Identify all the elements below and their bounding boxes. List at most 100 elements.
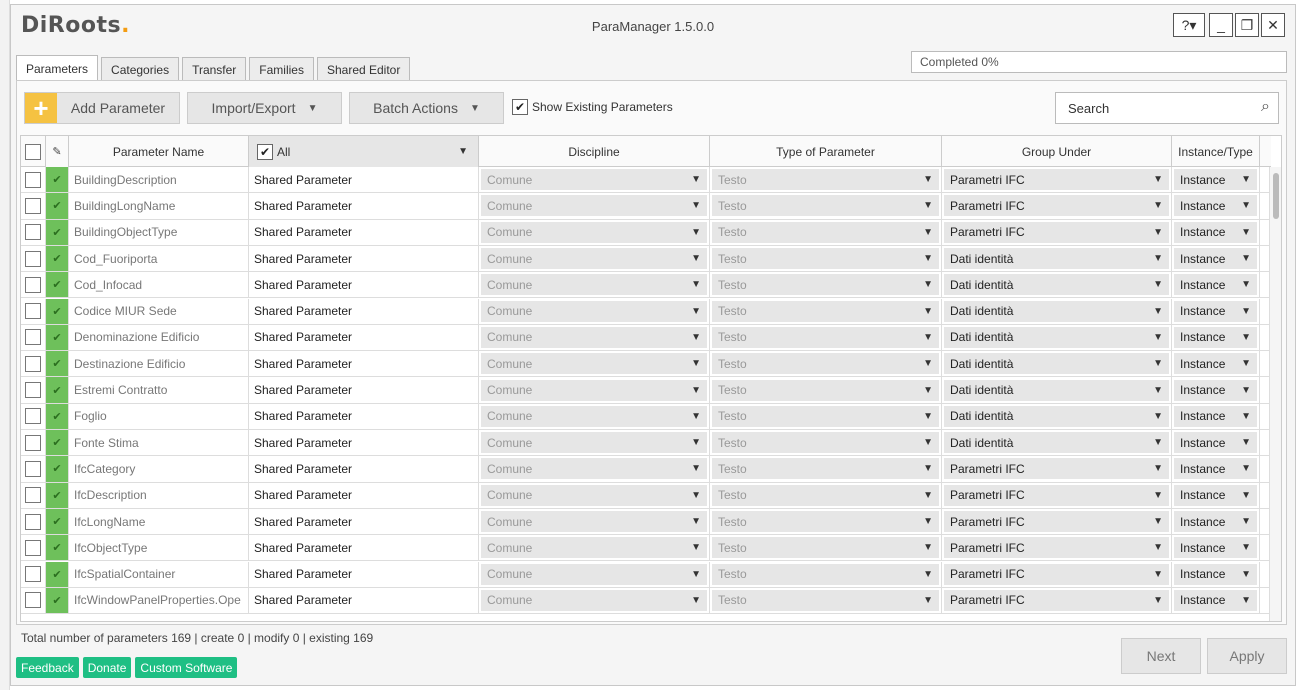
row-checkbox[interactable] <box>25 539 41 556</box>
type-select[interactable]: Testo ▼ <box>710 456 942 482</box>
group-select[interactable]: Dati identità ▼ <box>942 324 1172 351</box>
instance-select[interactable]: Instance ▼ <box>1172 219 1260 245</box>
custom-software-button[interactable]: Custom Software <box>135 657 238 678</box>
parameter-name-cell[interactable]: Destinazione Edificio <box>69 351 249 377</box>
add-parameter-button[interactable]: + Add Parameter <box>24 92 180 124</box>
row-checkbox[interactable] <box>25 408 41 425</box>
table-row[interactable]: ✔ IfcWindowPanelProperties.Ope Shared Para… <box>21 587 1271 615</box>
instance-select[interactable]: Instance ▼ <box>1172 245 1260 272</box>
type-select[interactable]: Testo ▼ <box>710 298 942 324</box>
instance-select[interactable]: Instance ▼ <box>1172 587 1260 614</box>
table-row[interactable]: ✔ Foglio Shared Parameter Comune ▼ Testo ▼ Dati… <box>21 403 1271 430</box>
table-row[interactable]: ✔ Fonte Stima Shared Parameter Comune ▼ Testo… <box>21 430 1271 457</box>
scrollbar-thumb[interactable] <box>1273 173 1279 219</box>
parameter-name-cell[interactable]: Cod_Fuoriporta <box>69 245 249 272</box>
parameter-name-cell[interactable]: Estremi Contratto <box>69 377 249 403</box>
close-button[interactable]: ✕ <box>1261 13 1285 37</box>
parameter-name-cell[interactable]: IfcObjectType <box>69 535 249 561</box>
table-row[interactable]: ✔ BuildingDescription Shared Parameter Comu… <box>21 167 1271 194</box>
search-icon[interactable]: ⌕ <box>1261 98 1270 116</box>
discipline-select[interactable]: Comune ▼ <box>479 167 710 193</box>
group-select[interactable]: Parametri IFC ▼ <box>942 456 1172 482</box>
discipline-select[interactable]: Comune ▼ <box>479 377 710 403</box>
batch-actions-dropdown[interactable]: Batch Actions ▼ <box>349 92 504 124</box>
parameter-name-cell[interactable]: IfcWindowPanelProperties.Ope <box>69 587 249 614</box>
type-select[interactable]: Testo ▼ <box>710 324 942 351</box>
row-checkbox[interactable] <box>25 566 41 583</box>
type-select[interactable]: Testo ▼ <box>710 245 942 272</box>
discipline-select[interactable]: Comune ▼ <box>479 561 710 587</box>
tab-categories[interactable]: Categories <box>101 57 180 81</box>
help-button[interactable]: ?▾ <box>1173 13 1205 37</box>
import-export-dropdown[interactable]: Import/Export ▼ <box>187 92 342 124</box>
instance-select[interactable]: Instance ▼ <box>1172 377 1260 403</box>
row-checkbox[interactable] <box>25 592 41 609</box>
type-select[interactable]: Testo ▼ <box>710 272 942 298</box>
table-row[interactable]: ✔ IfcLongName Shared Parameter Comune ▼ Testo… <box>21 508 1271 536</box>
row-checkbox[interactable] <box>25 171 41 188</box>
group-select[interactable]: Parametri IFC ▼ <box>942 482 1172 508</box>
row-checkbox[interactable] <box>25 513 41 530</box>
row-checkbox[interactable] <box>25 434 41 451</box>
instance-select[interactable]: Instance ▼ <box>1172 403 1260 429</box>
header-group-under[interactable]: Group Under <box>942 136 1172 167</box>
group-select[interactable]: Dati identità ▼ <box>942 377 1172 403</box>
row-checkbox[interactable] <box>25 382 41 399</box>
parameter-name-cell[interactable]: IfcDescription <box>69 482 249 508</box>
row-checkbox[interactable] <box>25 487 41 504</box>
discipline-select[interactable]: Comune ▼ <box>479 193 710 219</box>
group-select[interactable]: Parametri IFC ▼ <box>942 219 1172 245</box>
table-row[interactable]: ✔ IfcObjectType Shared Parameter Comune ▼ Tes… <box>21 535 1271 562</box>
show-existing-checkbox[interactable]: ✔ <box>512 99 528 115</box>
group-select[interactable]: Dati identità ▼ <box>942 430 1172 456</box>
group-select[interactable]: Parametri IFC ▼ <box>942 167 1172 193</box>
instance-select[interactable]: Instance ▼ <box>1172 456 1260 482</box>
minimize-button[interactable]: _ <box>1209 13 1233 37</box>
row-checkbox[interactable] <box>25 355 41 372</box>
header-instance-type[interactable]: Instance/Type <box>1172 136 1260 167</box>
group-select[interactable]: Parametri IFC ▼ <box>942 193 1172 219</box>
group-select[interactable]: Parametri IFC ▼ <box>942 561 1172 587</box>
parameter-name-cell[interactable]: IfcSpatialContainer <box>69 561 249 587</box>
instance-select[interactable]: Instance ▼ <box>1172 351 1260 377</box>
instance-select[interactable]: Instance ▼ <box>1172 193 1260 219</box>
row-checkbox[interactable] <box>25 276 41 293</box>
instance-select[interactable]: Instance ▼ <box>1172 430 1260 456</box>
instance-select[interactable]: Instance ▼ <box>1172 324 1260 351</box>
type-select[interactable]: Testo ▼ <box>710 403 942 429</box>
parameter-name-cell[interactable]: BuildingObjectType <box>69 219 249 245</box>
feedback-button[interactable]: Feedback <box>16 657 79 678</box>
type-select[interactable]: Testo ▼ <box>710 482 942 508</box>
group-select[interactable]: Dati identità ▼ <box>942 298 1172 324</box>
discipline-select[interactable]: Comune ▼ <box>479 587 710 614</box>
row-checkbox[interactable] <box>25 329 41 346</box>
parameter-name-cell[interactable]: BuildingDescription <box>69 167 249 193</box>
row-checkbox[interactable] <box>25 197 41 214</box>
instance-select[interactable]: Instance ▼ <box>1172 298 1260 324</box>
maximize-button[interactable]: ❐ <box>1235 13 1259 37</box>
type-select[interactable]: Testo ▼ <box>710 587 942 614</box>
table-row[interactable]: ✔ BuildingObjectType Shared Parameter Comun… <box>21 219 1271 246</box>
row-checkbox[interactable] <box>25 250 41 267</box>
parameter-name-cell[interactable]: IfcLongName <box>69 508 249 535</box>
table-row[interactable]: ✔ Cod_Fuoriporta Shared Parameter Comune ▼ Te… <box>21 245 1271 273</box>
type-select[interactable]: Testo ▼ <box>710 219 942 245</box>
tab-parameters[interactable]: Parameters <box>16 55 99 81</box>
instance-select[interactable]: Instance ▼ <box>1172 167 1260 193</box>
table-row[interactable]: ✔ IfcDescription Shared Parameter Comune ▼ Te… <box>21 482 1271 509</box>
row-checkbox[interactable] <box>25 303 41 320</box>
parameter-name-cell[interactable]: BuildingLongName <box>69 193 249 219</box>
table-row[interactable]: ✔ Destinazione Edificio Shared Parameter Co… <box>21 351 1271 378</box>
type-select[interactable]: Testo ▼ <box>710 377 942 403</box>
parameter-name-cell[interactable]: Codice MIUR Sede <box>69 298 249 324</box>
group-select[interactable]: Parametri IFC ▼ <box>942 587 1172 614</box>
select-all-checkbox[interactable] <box>25 143 41 160</box>
type-select[interactable]: Testo ▼ <box>710 535 942 561</box>
discipline-select[interactable]: Comune ▼ <box>479 403 710 429</box>
discipline-select[interactable]: Comune ▼ <box>479 351 710 377</box>
discipline-select[interactable]: Comune ▼ <box>479 456 710 482</box>
header-filter-all[interactable]: ✔ All ▼ <box>249 136 479 167</box>
type-select[interactable]: Testo ▼ <box>710 430 942 456</box>
header-type-of-parameter[interactable]: Type of Parameter <box>710 136 942 167</box>
discipline-select[interactable]: Comune ▼ <box>479 272 710 298</box>
